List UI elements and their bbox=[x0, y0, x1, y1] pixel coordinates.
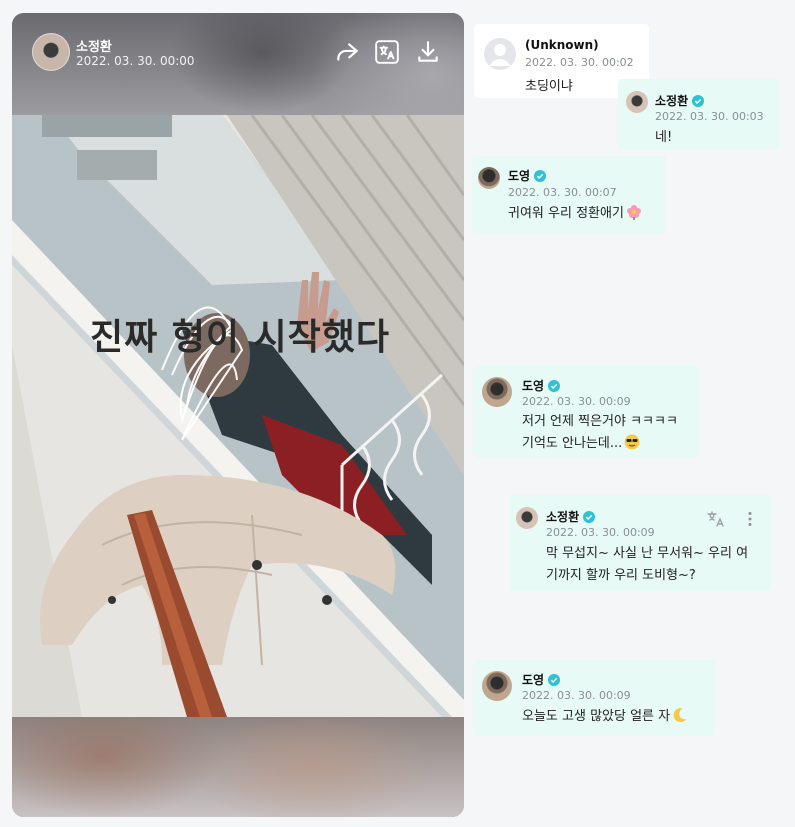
message-time: 2022. 03. 30. 00:03 bbox=[655, 110, 764, 123]
verified-badge-icon bbox=[583, 511, 596, 523]
message-time: 2022. 03. 30. 00:09 bbox=[546, 526, 655, 539]
avatar bbox=[516, 507, 538, 529]
story-card: 소정환 2022. 03. 30. 00:00 진짜 형이 시작했다 bbox=[12, 13, 464, 817]
message-author: (Unknown) bbox=[525, 38, 599, 52]
message-text: 오늘도 고생 많았당 얼른 자 bbox=[522, 706, 688, 728]
message-actions bbox=[707, 511, 759, 527]
message-author: 도영 bbox=[522, 671, 561, 688]
author-name: 소정환 bbox=[76, 40, 112, 55]
default-avatar-icon bbox=[484, 38, 516, 70]
message-text: 막 무섭지~ 사실 난 무서워~ 우리 여 기까지 할까 우리 도비형~? bbox=[546, 546, 749, 583]
message-time: 2022. 03. 30. 00:02 bbox=[525, 56, 634, 69]
message-bubble[interactable]: 소정환 2022. 03. 30. 00:09 막 무섭지~ 사실 난 무서워~… bbox=[510, 495, 771, 591]
avatar bbox=[482, 377, 512, 407]
story-blur-background-bottom bbox=[12, 717, 464, 817]
sunglasses-emoji bbox=[624, 434, 640, 450]
avatar bbox=[482, 671, 512, 701]
message-bubble[interactable]: 도영 2022. 03. 30. 00:09 저거 언제 찍은거야 ㅋㅋㅋㅋ 기… bbox=[474, 366, 699, 458]
share-icon[interactable] bbox=[334, 39, 360, 65]
message-time: 2022. 03. 30. 00:09 bbox=[522, 395, 631, 408]
verified-badge-icon bbox=[548, 380, 561, 392]
story-photo: 진짜 형이 시작했다 bbox=[12, 115, 464, 717]
message-text: 귀여워 우리 정환애기 bbox=[508, 203, 642, 225]
verified-badge-icon bbox=[548, 674, 561, 686]
message-author: 소정환 bbox=[546, 508, 596, 525]
avatar bbox=[478, 167, 500, 189]
message-author: 도영 bbox=[522, 377, 561, 394]
message-time: 2022. 03. 30. 00:09 bbox=[522, 689, 631, 702]
flower-emoji bbox=[626, 205, 641, 220]
story-header: 소정환 2022. 03. 30. 00:00 bbox=[12, 13, 464, 83]
message-author: 도영 bbox=[508, 167, 547, 184]
message-bubble[interactable]: 소정환 2022. 03. 30. 00:03 네! bbox=[618, 79, 779, 149]
message-text: 초딩이냐 bbox=[525, 79, 573, 94]
verified-badge-icon bbox=[692, 95, 705, 107]
message-text: 저거 언제 찍은거야 ㅋㅋㅋㅋ 기억도 안나는데... bbox=[522, 414, 678, 451]
story-overlay-text: 진짜 형이 시작했다 bbox=[90, 317, 391, 358]
download-icon[interactable] bbox=[415, 39, 441, 65]
avatar bbox=[626, 91, 648, 113]
author-avatar[interactable] bbox=[32, 33, 70, 71]
message-time: 2022. 03. 30. 00:07 bbox=[508, 186, 617, 199]
message-text: 네! bbox=[655, 130, 673, 145]
message-bubble[interactable]: 도영 2022. 03. 30. 00:07 귀여워 우리 정환애기 bbox=[472, 156, 666, 233]
crescent-moon-emoji bbox=[673, 708, 687, 723]
message-author: 소정환 bbox=[655, 92, 705, 109]
message-bubble[interactable]: 도영 2022. 03. 30. 00:09 오늘도 고생 많았당 얼른 자 bbox=[474, 660, 715, 736]
story-timestamp: 2022. 03. 30. 00:00 bbox=[76, 54, 195, 68]
translate-icon[interactable] bbox=[707, 511, 727, 527]
verified-badge-icon bbox=[534, 170, 547, 182]
translate-icon[interactable] bbox=[374, 39, 400, 65]
more-icon[interactable] bbox=[747, 511, 753, 527]
